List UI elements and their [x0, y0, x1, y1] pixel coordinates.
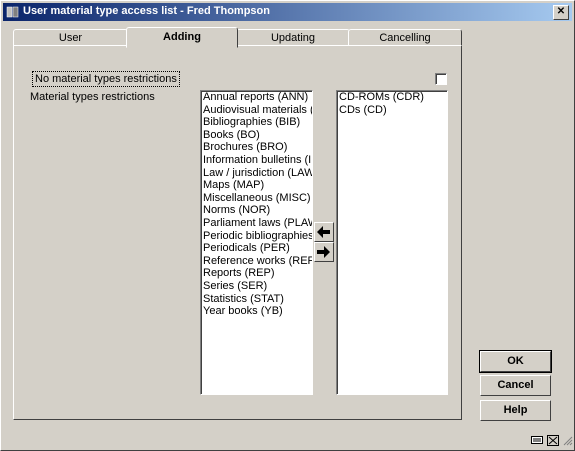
arrow-left-icon — [317, 226, 330, 238]
ok-button[interactable]: OK — [479, 350, 552, 373]
no-restrictions-label[interactable]: No material types restrictions — [32, 71, 180, 87]
available-type-item[interactable]: Brochures (BRO) — [201, 141, 312, 154]
available-type-item[interactable]: Year books (YB) — [201, 305, 312, 318]
arrow-right-icon — [317, 246, 330, 258]
available-type-item[interactable]: Law / jurisdiction (LAW) — [201, 167, 312, 180]
resize-grip-icon[interactable] — [561, 435, 573, 446]
available-type-item[interactable]: Reference works (REF) — [201, 255, 312, 268]
available-type-item[interactable]: Miscellaneous (MISC) — [201, 192, 312, 205]
available-type-item[interactable]: Periodicals (PER) — [201, 242, 312, 255]
available-type-item[interactable]: Bibliographies (BIB) — [201, 116, 312, 129]
close-button[interactable]: ✕ — [553, 5, 569, 20]
cancel-button[interactable]: Cancel — [480, 375, 551, 396]
available-type-item[interactable]: Norms (NOR) — [201, 204, 312, 217]
selected-types-list[interactable]: CD-ROMs (CDR) CDs (CD) — [336, 90, 448, 395]
available-type-item[interactable]: Books (BO) — [201, 129, 312, 142]
title-bar: User material type access list - Fred Th… — [3, 3, 572, 21]
move-left-button[interactable] — [314, 222, 334, 242]
available-type-item[interactable]: Reports (REP) — [201, 267, 312, 280]
dialog-window: User material type access list - Fred Th… — [0, 0, 575, 451]
window-title: User material type access list - Fred Th… — [23, 5, 270, 17]
available-type-item[interactable]: Parliament laws (PLAW — [201, 217, 312, 230]
selected-type-item[interactable]: CDs (CD) — [337, 104, 447, 117]
keyboard-icon[interactable] — [531, 435, 543, 446]
tab-panel-adding: No material types restrictions Material … — [13, 45, 462, 420]
available-type-item[interactable]: Annual reports (ANN) — [201, 91, 312, 104]
move-right-button[interactable] — [314, 242, 334, 262]
available-type-item[interactable]: Maps (MAP) — [201, 179, 312, 192]
selected-type-item[interactable]: CD-ROMs (CDR) — [337, 91, 447, 104]
available-type-item[interactable]: Audiovisual materials (A — [201, 104, 312, 117]
expand-icon[interactable] — [547, 435, 559, 446]
no-restrictions-checkbox[interactable] — [435, 73, 447, 85]
tab-adding[interactable]: Adding — [126, 27, 238, 48]
available-type-item[interactable]: Information bulletins (IN — [201, 154, 312, 167]
available-type-item[interactable]: Series (SER) — [201, 280, 312, 293]
app-icon — [6, 6, 19, 18]
available-types-list[interactable]: Annual reports (ANN) Audiovisual material… — [200, 90, 313, 395]
restrictions-label: Material types restrictions — [30, 91, 155, 103]
help-button[interactable]: Help — [480, 400, 551, 421]
available-type-item[interactable]: Periodic bibliographies — [201, 230, 312, 243]
available-type-item[interactable]: Statistics (STAT) — [201, 293, 312, 306]
